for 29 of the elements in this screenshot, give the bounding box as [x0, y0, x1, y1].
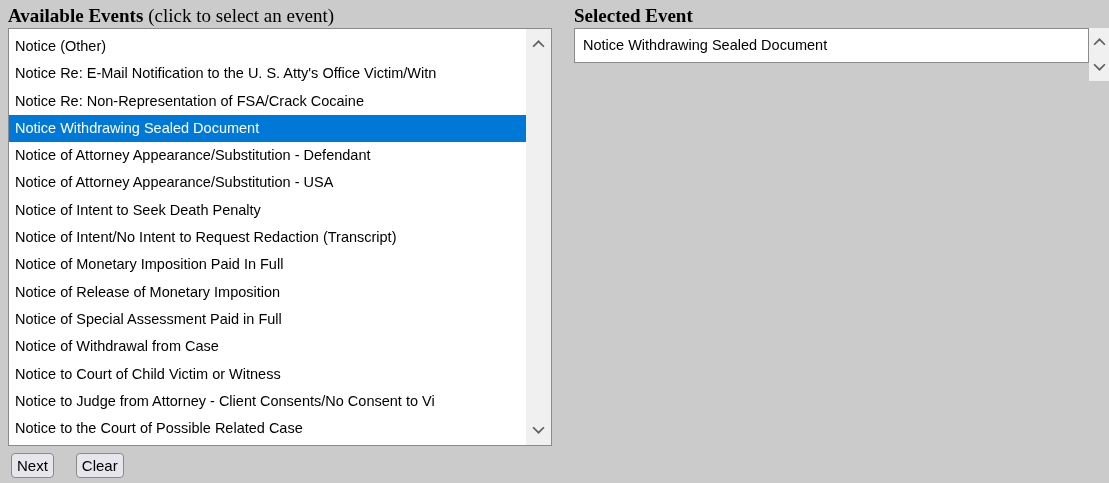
- event-option[interactable]: Notice Withdrawing Sealed Document: [9, 114, 526, 143]
- section-heading: Available Events: [8, 5, 144, 27]
- event-option[interactable]: Notice to Court of Child Victim or Witness: [9, 360, 526, 388]
- event-option[interactable]: Notice to the Court of Possible Related Case: [9, 415, 526, 443]
- event-option[interactable]: Notice (Other): [9, 33, 526, 61]
- section-hint: (click to select an event): [148, 5, 334, 27]
- event-option[interactable]: Notice of Intent/No Intent to Request Redaction (Transcript): [9, 224, 526, 252]
- event-option[interactable]: Notice of Intent to Seek Death Penalty: [9, 196, 526, 225]
- event-option[interactable]: Notice Re: E-Mail Notification to the U. S. Atty's Office Victim/Witn: [9, 60, 526, 88]
- form-button[interactable]: Clear: [75, 453, 124, 478]
- scroll-down-icon[interactable]: [532, 426, 545, 435]
- scroll-down-icon[interactable]: [1092, 63, 1106, 73]
- selected-event-box[interactable]: Notice Withdrawing Sealed Document: [574, 28, 1089, 63]
- event-option[interactable]: Notice of Withdrawal from Case: [9, 333, 526, 361]
- event-option[interactable]: Notice Re: Non-Representation of FSA/Crack Cocaine: [9, 87, 526, 115]
- section-heading: Selected Event: [574, 5, 693, 27]
- event-option[interactable]: Notice of Special Assessment Paid in Full: [9, 305, 526, 334]
- selected-event-text: Notice Withdrawing Sealed Document: [583, 36, 829, 55]
- form-button[interactable]: Next: [11, 453, 54, 478]
- scroll-up-icon[interactable]: [1092, 36, 1106, 46]
- scroll-up-icon[interactable]: [532, 39, 545, 48]
- event-option[interactable]: Notice of Monetary Imposition Paid In Full: [9, 251, 526, 279]
- event-option[interactable]: Notice of Attorney Appearance/Substitution - USA: [9, 169, 526, 197]
- event-option[interactable]: Notice of Release of Monetary Imposition: [9, 278, 526, 306]
- event-listbox[interactable]: [8, 28, 552, 446]
- event-option[interactable]: Notice to Judge from Attorney - Client Consents/No Consent to Vi: [9, 387, 526, 416]
- scrollbar[interactable]: [526, 29, 551, 445]
- scrollbar[interactable]: [1089, 28, 1109, 81]
- event-option[interactable]: Notice of Attorney Appearance/Substitution - Defendant: [9, 142, 526, 170]
